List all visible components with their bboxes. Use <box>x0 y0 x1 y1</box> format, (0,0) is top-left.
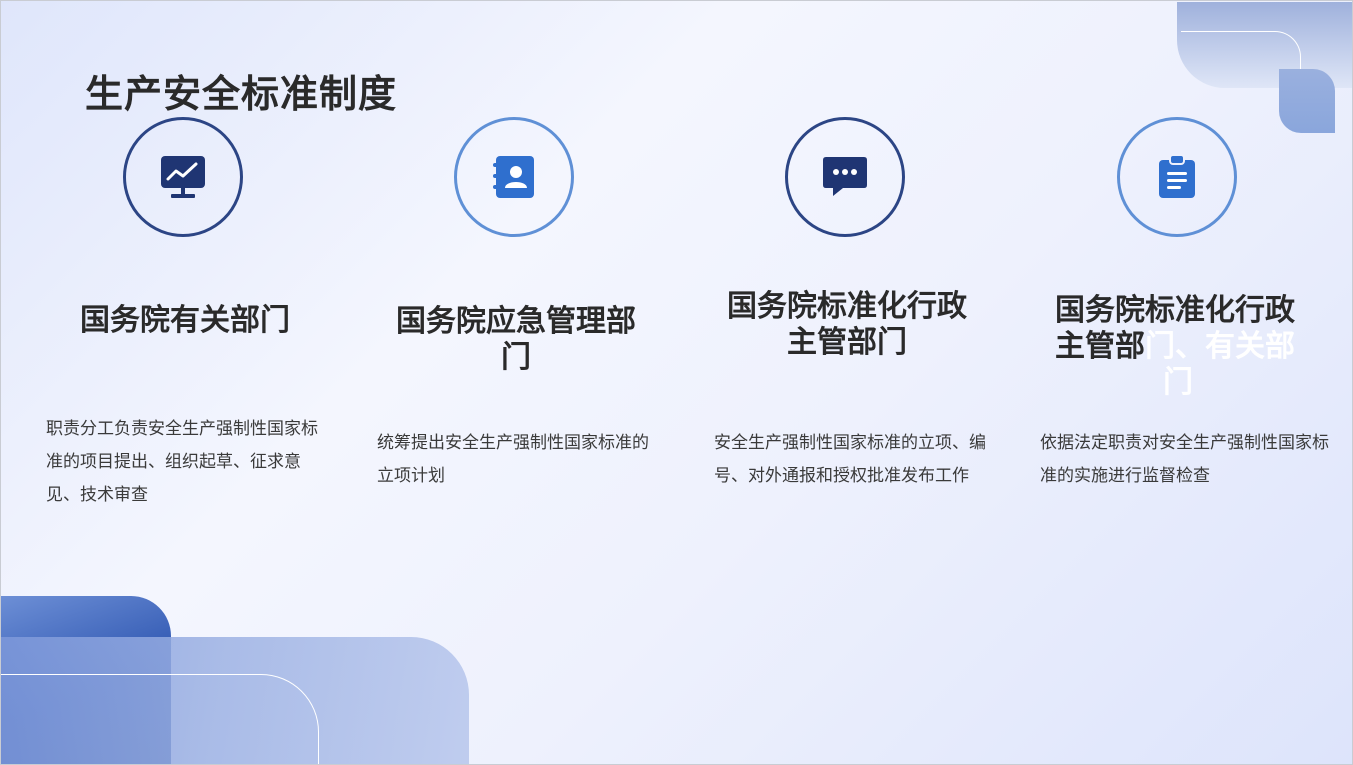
card-4-heading-line2: 主管部 <box>1055 329 1145 364</box>
card-2-heading: 国务院应急管理部 门 <box>366 304 666 376</box>
card-4-heading: 国务院标准化行政 主管部门、有关部 门 <box>1055 293 1345 401</box>
decor-top-right-small-shape <box>1279 69 1335 133</box>
contact-book-icon <box>493 156 534 198</box>
card-4-icon-ring <box>1117 117 1237 237</box>
card-2-description: 统筹提出安全生产强制性国家标准的立项计划 <box>377 433 649 486</box>
card-2-icon-ring <box>454 117 574 237</box>
card-2-heading-line1: 国务院应急管理部 <box>396 304 636 339</box>
card-3-icon-ring <box>785 117 905 237</box>
chat-bubble-icon <box>823 157 867 196</box>
card-4-heading-line3-overflow: 门 <box>1163 365 1193 400</box>
card-1-heading: 国务院有关部门 <box>80 303 290 338</box>
card-3-heading: 国务院标准化行政 主管部门 <box>697 289 997 361</box>
card-2-heading-line2: 门 <box>501 340 531 375</box>
card-1-description: 职责分工负责安全生产强制性国家标准的项目提出、组织起草、征求意见、技术审查 <box>46 419 318 505</box>
card-1-icon-ring <box>123 117 243 237</box>
card-3-heading-line1: 国务院标准化行政 <box>727 289 967 324</box>
page-title: 生产安全标准制度 <box>85 72 398 116</box>
card-3-description: 安全生产强制性国家标准的立项、编号、对外通报和授权批准发布工作 <box>714 433 986 486</box>
slide: 生产安全标准制度 国务院有关部门 职责分工负责安全生产强制性国家标准的项目提出、… <box>0 0 1353 765</box>
card-4-heading-line2-overflow: 门、有关部 <box>1145 329 1295 364</box>
card-4-description: 依据法定职责对安全生产强制性国家标准的实施进行监督检查 <box>1040 433 1329 486</box>
card-3-heading-line2: 主管部门 <box>787 325 907 360</box>
monitor-chart-icon <box>161 156 205 198</box>
decor-bottom-left-arc <box>1 674 319 764</box>
clipboard-icon <box>1159 154 1195 198</box>
card-4-heading-line1: 国务院标准化行政 <box>1055 293 1295 328</box>
